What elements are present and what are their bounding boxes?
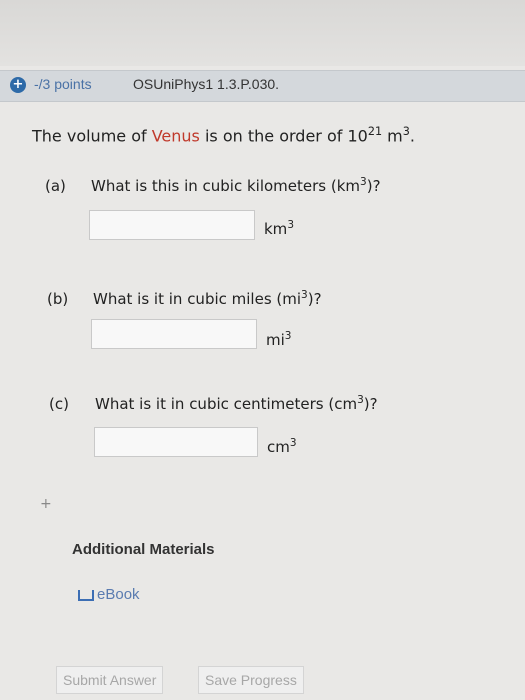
problem-id: OSUniPhys1 1.3.P.030. bbox=[133, 76, 280, 92]
expand-additional-icon[interactable]: + bbox=[40, 496, 52, 512]
part-b-prompt: (b) What is it in cubic miles (mi3)? bbox=[47, 289, 322, 308]
points-label: -/3 points bbox=[34, 76, 92, 92]
top-background bbox=[0, 0, 525, 66]
answer-input-b[interactable] bbox=[91, 319, 257, 349]
unit-label-a: km3 bbox=[264, 219, 294, 238]
venus-term: Venus bbox=[151, 126, 200, 146]
answer-input-a[interactable] bbox=[89, 210, 255, 240]
question-text: The volume of Venus is on the order of 1… bbox=[32, 125, 415, 146]
save-progress-button[interactable]: Save Progress bbox=[198, 666, 304, 694]
expand-plus-icon[interactable]: + bbox=[10, 77, 26, 93]
answer-input-c[interactable] bbox=[94, 427, 258, 457]
unit-label-b: mi3 bbox=[266, 330, 292, 349]
part-c-prompt: (c) What is it in cubic centimeters (cm3)… bbox=[49, 394, 378, 413]
unit-label-c: cm3 bbox=[267, 437, 297, 456]
book-icon bbox=[78, 590, 94, 601]
part-a-prompt: (a) What is this in cubic kilometers (km3… bbox=[45, 176, 381, 195]
submit-answer-button[interactable]: Submit Answer bbox=[56, 666, 164, 694]
additional-materials-title: Additional Materials bbox=[72, 541, 215, 558]
ebook-link[interactable]: eBook bbox=[97, 586, 140, 603]
